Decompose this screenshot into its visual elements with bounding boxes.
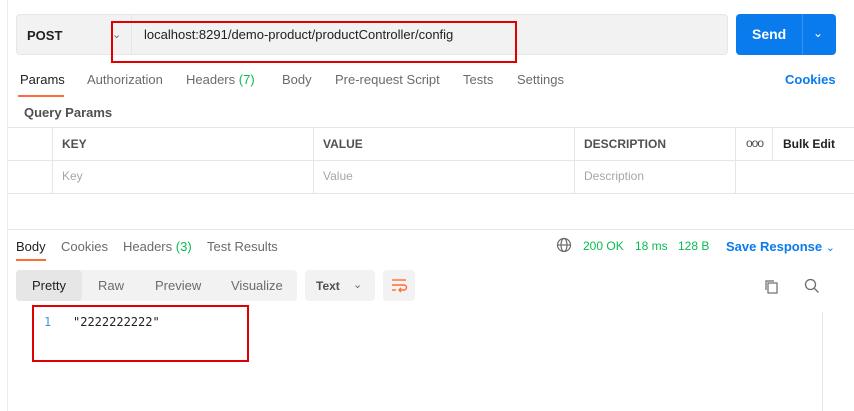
active-tab-indicator (16, 259, 46, 261)
table-row-divider (8, 160, 854, 161)
status-code[interactable]: 200 OK (583, 239, 624, 253)
active-tab-indicator (18, 95, 64, 97)
method-label: POST (27, 28, 63, 43)
left-panel-border (7, 0, 8, 411)
tab-headers-label: Headers (186, 72, 236, 87)
tab-response-headers[interactable]: Headers (3) (123, 239, 192, 254)
more-options-icon[interactable]: ooo (746, 136, 764, 150)
editor-scrollbar[interactable] (822, 312, 823, 411)
tab-response-headers-label: Headers (123, 239, 173, 254)
chevron-down-icon: ⌄ (112, 29, 122, 41)
column-header-description: DESCRIPTION (584, 137, 667, 151)
search-icon[interactable] (802, 276, 822, 296)
response-headers-count: (3) (175, 239, 192, 254)
method-selector[interactable]: POST ⌄ (16, 14, 131, 55)
view-visualize[interactable]: Visualize (231, 278, 283, 293)
save-response-button[interactable]: Save Response ⌄ (726, 239, 835, 254)
tab-test-results[interactable]: Test Results (207, 239, 278, 254)
column-header-key: KEY (62, 137, 87, 151)
response-size[interactable]: 128 B (678, 239, 709, 253)
wrap-icon (392, 279, 408, 293)
tab-authorization[interactable]: Authorization (87, 72, 163, 87)
send-label: Send (752, 26, 787, 42)
view-raw[interactable]: Raw (98, 278, 124, 293)
column-divider (574, 127, 575, 194)
save-response-label: Save Response (726, 239, 823, 254)
value-input[interactable]: Value (323, 169, 353, 183)
column-divider (313, 127, 314, 194)
description-input[interactable]: Description (584, 169, 644, 183)
view-pretty[interactable]: Pretty (32, 278, 66, 293)
chevron-down-icon[interactable]: ⌄ (813, 26, 823, 40)
tab-pre-request-script[interactable]: Pre-request Script (335, 72, 440, 87)
response-body-content[interactable]: "2222222222" (73, 315, 160, 329)
send-button[interactable]: Send ⌄ (736, 14, 836, 55)
tab-params[interactable]: Params (20, 72, 65, 87)
response-time[interactable]: 18 ms (635, 239, 668, 253)
tab-settings[interactable]: Settings (517, 72, 564, 87)
format-selector[interactable]: Text ⌄ (305, 270, 375, 301)
bulk-edit-button[interactable]: Bulk Edit (783, 137, 835, 151)
tab-response-body[interactable]: Body (16, 239, 46, 254)
column-divider (735, 127, 736, 194)
headers-count: (7) (238, 72, 255, 87)
chevron-down-icon: ⌄ (825, 242, 835, 254)
tab-tests[interactable]: Tests (463, 72, 493, 87)
tab-body[interactable]: Body (282, 72, 312, 87)
pane-divider[interactable] (8, 229, 854, 230)
chevron-down-icon: ⌄ (353, 279, 363, 291)
globe-icon[interactable] (556, 237, 572, 253)
wrap-lines-button[interactable] (383, 270, 415, 301)
line-number: 1 (44, 315, 52, 329)
url-input[interactable]: localhost:8291/demo-product/productContr… (131, 14, 728, 55)
url-text: localhost:8291/demo-product/productContr… (144, 27, 454, 42)
column-divider (52, 127, 53, 194)
tab-headers[interactable]: Headers (7) (186, 72, 255, 87)
copy-icon[interactable] (762, 277, 782, 297)
cookies-link[interactable]: Cookies (785, 72, 836, 87)
format-label: Text (316, 279, 340, 293)
query-params-title: Query Params (24, 105, 113, 120)
column-header-value: VALUE (323, 137, 363, 151)
tab-response-cookies[interactable]: Cookies (61, 239, 108, 254)
key-input[interactable]: Key (62, 169, 83, 183)
view-preview[interactable]: Preview (155, 278, 201, 293)
response-highlight-box (32, 305, 249, 362)
send-divider (802, 14, 803, 55)
column-divider (772, 127, 773, 160)
